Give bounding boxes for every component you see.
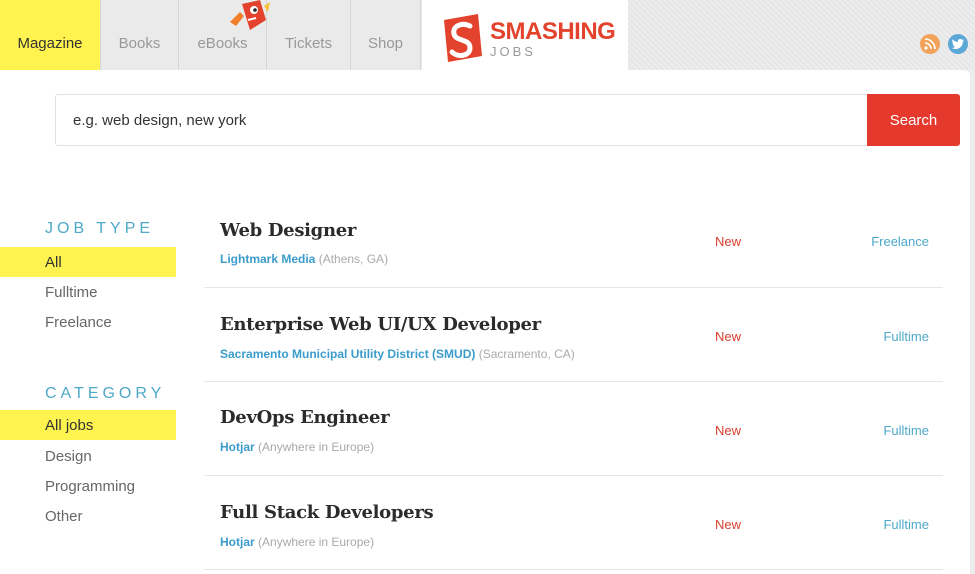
job-new-badge: New [715,517,742,532]
job-meta: Sacramento Municipal Utility District (S… [220,347,575,361]
job-new-badge: New [715,423,742,438]
nav-tab-books[interactable]: Books [101,0,179,70]
job-location: (Athens, GA) [318,252,389,266]
mascot-cat-icon [230,0,270,30]
job-meta: Hotjar (Anywhere in Europe) [220,535,374,549]
job-listing[interactable]: Web Designer Lightmark Media (Athens, GA… [204,194,943,288]
job-location: (Anywhere in Europe) [258,535,375,549]
smashing-jobs-logo[interactable]: SMASHING JOBS [422,0,628,70]
filter-category-programming[interactable]: Programming [0,471,176,501]
smashing-s-logo-icon [444,14,482,62]
job-title[interactable]: Full Stack Developers [220,502,434,523]
job-listing[interactable]: DevOps Engineer Hotjar (Anywhere in Euro… [204,382,943,476]
job-company[interactable]: Hotjar [220,440,255,454]
search-button[interactable]: Search [867,94,960,146]
main-content: Search JOB TYPE All Fulltime Freelance C… [0,70,970,574]
job-listing[interactable]: Full Stack Developers Hotjar (Anywhere i… [204,476,943,570]
job-company[interactable]: Sacramento Municipal Utility District (S… [220,347,475,361]
filter-category-design[interactable]: Design [0,441,176,471]
filter-category-all-jobs[interactable]: All jobs [0,410,176,440]
job-new-badge: New [715,329,742,344]
job-location: (Anywhere in Europe) [258,440,375,454]
nav-tab-shop[interactable]: Shop [351,0,421,70]
job-new-badge: New [715,234,742,249]
search-input[interactable] [56,95,868,145]
job-company[interactable]: Lightmark Media [220,252,315,266]
nav-tab-tickets[interactable]: Tickets [267,0,351,70]
filter-job-type-freelance[interactable]: Freelance [0,307,176,337]
job-type-label: Fulltime [883,329,929,344]
top-navigation: Magazine Books eBooks Tickets Shop SMASH… [0,0,975,70]
job-title[interactable]: DevOps Engineer [220,407,390,428]
filter-job-type-all[interactable]: All [0,247,176,277]
filter-category-other[interactable]: Other [0,501,176,531]
job-location: (Sacramento, CA) [478,347,575,361]
twitter-icon[interactable] [948,34,968,54]
job-type-label: Fulltime [883,517,929,532]
job-meta: Lightmark Media (Athens, GA) [220,252,388,266]
job-type-label: Freelance [871,234,929,249]
job-type-label: Fulltime [883,423,929,438]
rss-icon[interactable] [920,34,940,54]
logo-wordmark: SMASHING [490,18,616,45]
job-title[interactable]: Web Designer [220,220,356,241]
category-heading: CATEGORY [45,385,166,402]
job-company[interactable]: Hotjar [220,535,255,549]
job-type-heading: JOB TYPE [45,220,155,237]
filter-job-type-fulltime[interactable]: Fulltime [0,277,176,307]
logo-subtitle: JOBS [490,44,536,59]
job-meta: Hotjar (Anywhere in Europe) [220,440,374,454]
job-listing[interactable]: Enterprise Web UI/UX Developer Sacrament… [204,288,943,382]
search-bar: Search [55,94,960,146]
nav-tab-magazine[interactable]: Magazine [0,0,101,70]
job-title[interactable]: Enterprise Web UI/UX Developer [220,314,541,335]
